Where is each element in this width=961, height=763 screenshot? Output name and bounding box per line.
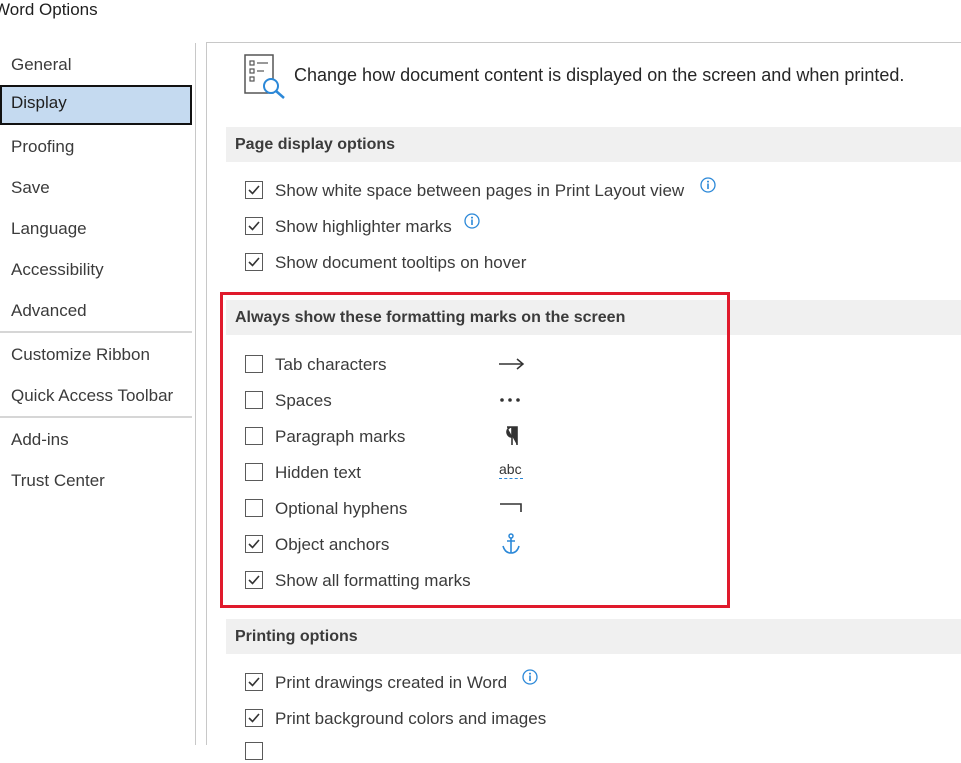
- sidebar-item-accessibility[interactable]: Accessibility: [0, 252, 192, 288]
- sidebar-divider: [0, 416, 192, 418]
- sidebar-item-add-ins[interactable]: Add-ins: [0, 422, 192, 458]
- checkbox-checked[interactable]: [245, 253, 263, 271]
- option-label: Show white space between pages in Print …: [275, 181, 685, 200]
- option-label: Print drawings created in Word: [275, 673, 508, 692]
- sidebar-item-customize-ribbon[interactable]: Customize Ribbon: [0, 337, 192, 373]
- option-label: Print background colors and images: [275, 709, 547, 728]
- sidebar-border: [195, 43, 196, 745]
- sidebar-item-trust-center[interactable]: Trust Center: [0, 463, 192, 499]
- checkbox-checked[interactable]: [245, 217, 263, 235]
- header-description: Change how document content is displayed…: [294, 65, 905, 85]
- sidebar-item-advanced[interactable]: Advanced: [0, 293, 192, 329]
- info-icon[interactable]: [700, 177, 716, 193]
- info-icon[interactable]: [464, 213, 480, 229]
- sidebar-item-quick-access-toolbar[interactable]: Quick Access Toolbar: [0, 378, 192, 414]
- display-settings-icon: [244, 54, 285, 99]
- option-label: Show highlighter marks: [275, 217, 452, 236]
- sidebar-nav: General Display Proofing Save Language A…: [0, 43, 197, 745]
- sidebar-item-proofing[interactable]: Proofing: [0, 129, 192, 165]
- section-printing: Printing options: [226, 619, 961, 654]
- sidebar-item-display[interactable]: Display: [0, 85, 192, 125]
- sidebar-item-save[interactable]: Save: [0, 170, 192, 206]
- option-label: Show document tooltips on hover: [275, 253, 527, 272]
- sidebar-item-language[interactable]: Language: [0, 211, 192, 247]
- sidebar-item-general[interactable]: General: [0, 47, 192, 83]
- highlight-rectangle: [220, 292, 730, 608]
- section-page-display: Page display options: [226, 127, 961, 162]
- window-title: Word Options: [0, 0, 98, 19]
- checkbox-checked[interactable]: [245, 181, 263, 199]
- checkbox-checked[interactable]: [245, 709, 263, 727]
- info-icon[interactable]: [522, 669, 538, 685]
- sidebar-divider: [0, 331, 192, 333]
- checkbox-checked[interactable]: [245, 673, 263, 691]
